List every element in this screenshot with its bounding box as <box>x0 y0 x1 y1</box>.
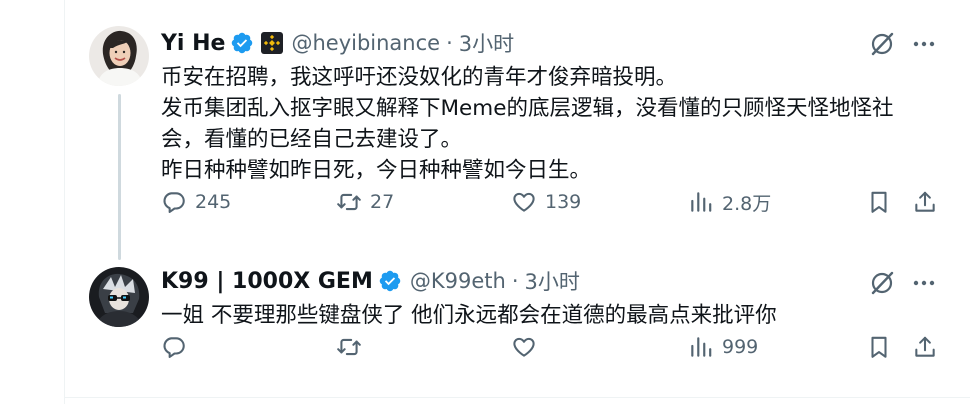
retweet-button[interactable] <box>336 334 370 360</box>
avatar[interactable] <box>89 267 149 327</box>
retweet-count: 27 <box>370 191 395 213</box>
views-button[interactable]: 999 <box>688 334 758 360</box>
retweet-icon <box>337 193 361 211</box>
tweet-text-line: 发币集团乱入抠字眼又解释下Meme的底层逻辑，没看懂的只顾怪天怪地怪社 <box>161 96 894 121</box>
author-name[interactable]: Yi He <box>161 31 225 56</box>
like-button[interactable] <box>511 334 545 360</box>
tweet-text-line: 昨日种种譬如昨日死，今日种种譬如今日生。 <box>161 158 592 183</box>
analytics-icon <box>691 337 712 357</box>
tweet-text-line: 会，看懂的已经自己去建设了。 <box>161 127 463 152</box>
author-name[interactable]: K99 | 1000X GEM <box>161 269 373 294</box>
tweet-text: 一姐 不要理那些键盘侠了 他们永远都会在道德的最高点来批评你 <box>161 300 941 331</box>
bookmark-button[interactable] <box>866 189 892 215</box>
reply-icon <box>163 337 185 358</box>
tweet-text-line: 一姐 不要理那些键盘侠了 他们永远都会在道德的最高点来批评你 <box>161 303 777 328</box>
author-handle[interactable]: @K99eth <box>410 269 506 293</box>
tweet-header: K99 | 1000X GEM @K99eth · 3小时 <box>161 266 580 296</box>
thread-connector <box>118 94 121 260</box>
share-icon <box>915 336 935 357</box>
heart-icon <box>513 337 535 357</box>
views-count: 2.8万 <box>722 192 772 215</box>
more-options-icon[interactable] <box>910 269 938 297</box>
retweet-button[interactable]: 27 <box>336 189 394 215</box>
reply-icon <box>163 192 185 213</box>
views-button[interactable]: 2.8万 <box>688 189 771 216</box>
separator-dot: · <box>446 31 453 55</box>
tweet-card[interactable]: K99 | 1000X GEM @K99eth · 3小时 一姐 不要理那些键盘… <box>64 250 970 397</box>
binance-logo-icon[interactable] <box>261 32 284 54</box>
separator-dot: · <box>511 269 519 293</box>
share-button[interactable] <box>912 189 938 215</box>
grok-icon[interactable] <box>868 269 896 297</box>
timestamp[interactable]: 3小时 <box>459 28 514 58</box>
bookmark-icon <box>871 191 887 213</box>
reply-count: 245 <box>195 191 232 213</box>
verified-badge-icon <box>232 32 253 54</box>
retweet-icon <box>337 338 361 356</box>
heart-icon <box>513 192 535 212</box>
tweet-header: Yi He @heyibinance · 3小时 <box>161 28 514 58</box>
divider <box>64 397 970 398</box>
bookmark-icon <box>871 336 887 358</box>
tweet-card[interactable]: Yi He @heyibinance · 3小时 币安在招聘，我这呼吁还没奴化的… <box>64 0 970 260</box>
author-handle[interactable]: @heyibinance <box>291 31 440 55</box>
views-count: 999 <box>722 336 759 358</box>
bookmark-button[interactable] <box>866 334 892 360</box>
grok-icon[interactable] <box>868 30 896 58</box>
share-icon <box>915 191 935 212</box>
more-options-icon[interactable] <box>910 30 938 58</box>
avatar[interactable] <box>89 26 149 86</box>
tweet-text-line: 币安在招聘，我这呼吁还没奴化的青年才俊弃暗投明。 <box>161 65 678 90</box>
share-button[interactable] <box>912 334 938 360</box>
reply-button[interactable]: 245 <box>161 189 231 215</box>
like-button[interactable]: 139 <box>511 189 581 215</box>
tweet-text: 币安在招聘，我这呼吁还没奴化的青年才俊弃暗投明。 发币集团乱入抠字眼又解释下Me… <box>161 62 941 186</box>
reply-button[interactable] <box>161 334 195 360</box>
analytics-icon <box>691 192 712 212</box>
like-count: 139 <box>545 191 582 213</box>
verified-badge-icon <box>379 270 401 292</box>
timeline-frame: Yi He @heyibinance · 3小时 币安在招聘，我这呼吁还没奴化的… <box>0 0 970 404</box>
timestamp[interactable]: 3小时 <box>525 266 580 296</box>
